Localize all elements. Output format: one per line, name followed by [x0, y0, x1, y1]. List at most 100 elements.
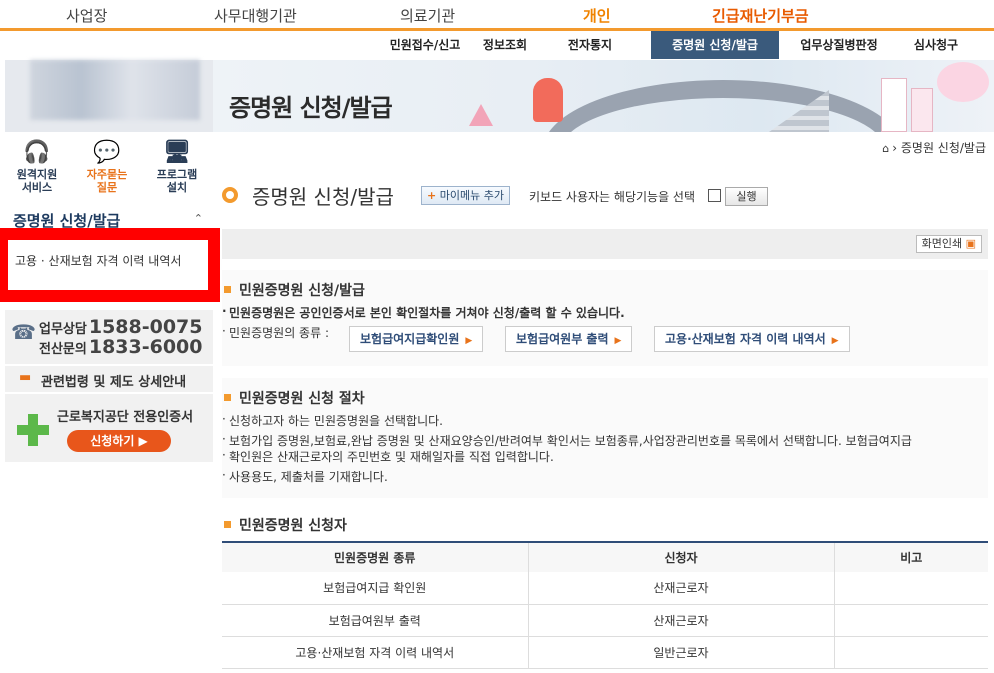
- consult-label: 업무상담: [39, 322, 87, 337]
- table-cell: 보험급여원부 출력: [222, 604, 529, 637]
- table-header-row: 민원증명원 종류 신청자 비고: [222, 541, 988, 572]
- section-heading: 민원증명원 신청 절차: [224, 388, 365, 408]
- table-cell: 보험급여지급 확인원: [222, 572, 529, 605]
- faq-link[interactable]: 💬 자주묻는 질문: [77, 140, 137, 194]
- certificate-box: 근로복지공단 전용인증서 신청하기 ▶: [5, 394, 213, 462]
- person-illustration: [533, 78, 563, 122]
- banner-title: 증명원 신청/발급: [229, 94, 393, 122]
- building-illustration: [911, 88, 933, 132]
- section-heading: 민원증명원 신청자: [224, 515, 347, 535]
- program-install-label: 프로그램 설치: [156, 168, 198, 194]
- heart-bubble-illustration: [937, 62, 989, 102]
- cert-type-label: 고용·산재보험 자격 이력 내역서: [665, 332, 826, 346]
- cert-types-label: 민원증명원의 종류 :: [222, 324, 329, 341]
- column-header: 민원증명원 종류: [222, 541, 529, 572]
- lnb-item-employment-history[interactable]: 고용 · 산재보험 자격 이력 내역서: [15, 252, 181, 269]
- table-row: 보험급여지급 확인원 산재근로자: [222, 572, 988, 605]
- cert-title: 근로복지공단 전용인증서: [57, 410, 194, 425]
- phone-icon: ☎: [11, 320, 36, 344]
- headset-icon: 🎧: [23, 140, 51, 165]
- square-bullet-icon: [224, 285, 231, 293]
- highlight-box: 고용 · 산재보험 자격 이력 내역서: [0, 228, 220, 302]
- table-cell: 일반근로자: [528, 636, 835, 669]
- procedure-step: 신청하고자 하는 민원증명원을 선택합니다.: [222, 412, 443, 429]
- nav-info-lookup[interactable]: 정보조회: [473, 31, 537, 59]
- square-bullet-icon: [224, 393, 231, 401]
- home-icon[interactable]: ⌂: [882, 142, 889, 155]
- chevron-up-icon: ⌃: [193, 212, 203, 225]
- cert-type-benefit-ledger-button[interactable]: 보험급여원부 출력 ▶: [505, 326, 633, 352]
- nav-review-request[interactable]: 심사청구: [901, 31, 971, 59]
- logo-area: [5, 60, 213, 132]
- table-row: 보험급여원부 출력 산재근로자: [222, 604, 988, 637]
- category-agency[interactable]: 사무대행기관: [214, 5, 297, 26]
- procedure-step-cont: 확인원은 산재근로자의 주민번호 및 재해일자를 직접 입력합니다.: [222, 448, 554, 465]
- add-my-menu-label: 마이메뉴 추가: [439, 189, 504, 202]
- arrow-right-icon: ▶: [831, 336, 839, 346]
- table-cell: 산재근로자: [528, 604, 835, 637]
- print-label: 화면인쇄: [921, 237, 963, 250]
- breadcrumb: ⌂ › 증명원 신청/발급: [882, 139, 986, 156]
- print-button[interactable]: 화면인쇄 ▣: [915, 235, 982, 253]
- quick-links: 🎧 원격지원 서비스 💬 자주묻는 질문 🖥 프로그램 설치: [5, 132, 213, 206]
- plus-icon: [17, 414, 49, 446]
- cert-type-employment-history-button[interactable]: 고용·산재보험 자격 이력 내역서 ▶: [654, 326, 850, 352]
- plus-icon: +: [427, 189, 437, 202]
- sub-navigation: 민원접수/신고 정보조회 전자통지 증명원 신청/발급 업무상질병판정 심사청구: [385, 31, 994, 59]
- title-bullet-icon: [222, 187, 238, 203]
- remote-support-link[interactable]: 🎧 원격지원 서비스: [7, 140, 67, 194]
- add-my-menu-button[interactable]: + 마이메뉴 추가: [421, 186, 510, 205]
- building-illustration: [881, 78, 907, 132]
- nav-civil-petition[interactable]: 민원접수/신고: [385, 31, 465, 59]
- program-install-link[interactable]: 🖥 프로그램 설치: [147, 140, 207, 194]
- procedure-step: 보험가입 증명원,보험료,완납 증명원 및 산재요양승인/반려여부 확인서는 보…: [222, 432, 912, 449]
- section-procedure: 민원증명원 신청 절차 신청하고자 하는 민원증명원을 선택합니다. 보험가입 …: [222, 378, 988, 498]
- call-center-box: ☎ 업무상담 1588-0075 전산문의 1833-6000: [5, 310, 213, 364]
- category-disaster-fund[interactable]: 긴급재난기부금: [712, 5, 809, 26]
- arrow-right-icon: ▶: [465, 336, 473, 346]
- arrow-right-icon: ▶: [614, 336, 622, 346]
- table-row: 고용·산재보험 자격 이력 내역서 일반근로자: [222, 636, 988, 669]
- lnb-submenu: 고용 · 산재보험 자격 이력 내역서: [8, 240, 208, 290]
- table-cell: 산재근로자: [528, 572, 835, 605]
- cert-apply-button[interactable]: 신청하기 ▶: [67, 430, 171, 452]
- procedure-step: 사용용도, 제출처를 기재합니다.: [222, 468, 388, 485]
- breadcrumb-current[interactable]: 증명원 신청/발급: [901, 141, 986, 155]
- section-heading-text: 민원증명원 신청/발급: [239, 283, 365, 299]
- category-individual[interactable]: 개인: [583, 5, 611, 26]
- law-guide-link[interactable]: ▬ 관련법령 및 제도 상세안내: [5, 366, 213, 392]
- content-toolbar: 화면인쇄 ▣: [222, 229, 988, 259]
- page-banner: 증명원 신청/발급: [213, 60, 994, 132]
- column-header: 비고: [834, 541, 988, 572]
- faq-label: 자주묻는 질문: [86, 168, 128, 194]
- monitor-icon: 🖥: [163, 140, 191, 165]
- keyboard-hint: 키보드 사용자는 해당기능을 선택: [529, 190, 696, 204]
- category-medical[interactable]: 의료기관: [400, 5, 455, 26]
- section-heading-text: 민원증명원 신청자: [239, 518, 347, 534]
- remote-support-label: 원격지원 서비스: [16, 168, 58, 194]
- cert-type-benefit-payment-button[interactable]: 보험급여지급확인원 ▶: [349, 326, 484, 352]
- consult-line: 업무상담 1588-0075: [39, 316, 203, 338]
- road-illustration: [543, 80, 903, 132]
- it-line: 전산문의 1833-6000: [39, 336, 203, 358]
- notice-line: 민원증명원은 공인인증서로 본인 확인절차를 거쳐야 신청/출력 할 수 있습니…: [222, 304, 625, 321]
- section-heading: 민원증명원 신청/발급: [224, 280, 365, 300]
- chevron-right-icon: ›: [892, 141, 898, 155]
- printer-icon: ▣: [965, 237, 976, 250]
- nav-occupational-disease[interactable]: 업무상질병판정: [789, 31, 889, 59]
- table-cell: 고용·산재보험 자격 이력 내역서: [222, 636, 529, 669]
- keyboard-checkbox[interactable]: [708, 189, 721, 202]
- applicant-table: 민원증명원 종류 신청자 비고 보험급여지급 확인원 산재근로자 보험급여원부 …: [222, 541, 988, 669]
- nav-e-notice[interactable]: 전자통지: [553, 31, 627, 59]
- law-guide-label: 관련법령 및 제도 상세안내: [41, 375, 187, 390]
- table-cell: [834, 604, 988, 637]
- run-button[interactable]: 실행: [725, 187, 768, 206]
- blurred-logo: [30, 60, 200, 120]
- column-header: 신청자: [528, 541, 835, 572]
- category-business[interactable]: 사업장: [66, 5, 107, 26]
- monitor-icon: ▬: [19, 370, 32, 385]
- it-number: 1833-6000: [88, 336, 203, 358]
- top-category-bar: 사업장 사무대행기관 의료기관 개인 긴급재난기부금: [0, 0, 994, 31]
- section-heading-text: 민원증명원 신청 절차: [239, 391, 365, 407]
- nav-certificate-issue[interactable]: 증명원 신청/발급: [651, 31, 779, 59]
